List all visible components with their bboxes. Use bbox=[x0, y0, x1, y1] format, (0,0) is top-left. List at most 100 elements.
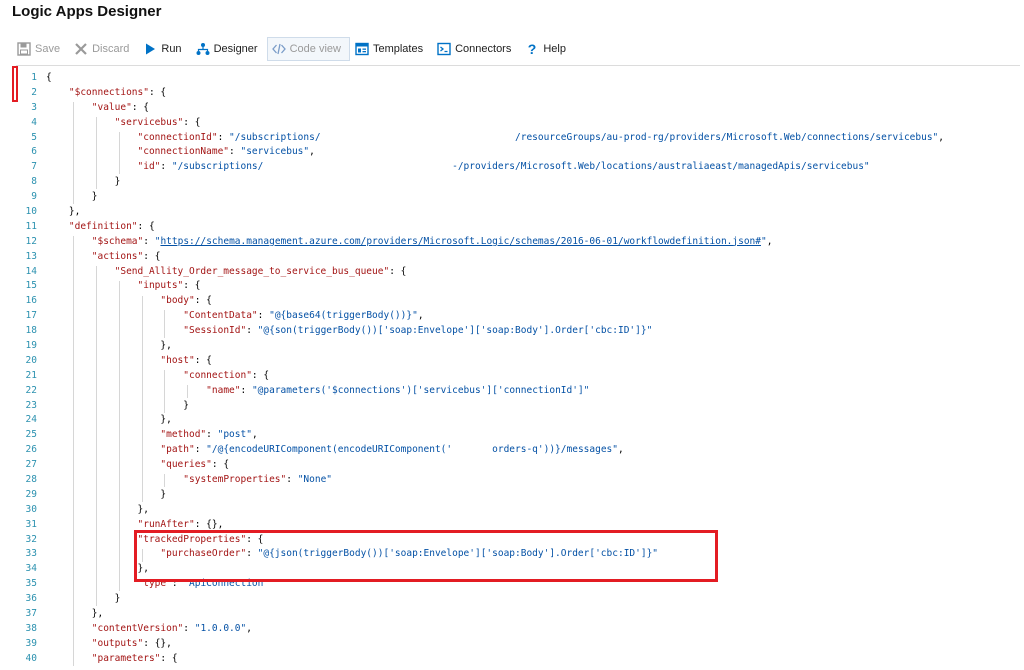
line-number: 33 bbox=[25, 548, 37, 560]
code-line: 20 "host": { bbox=[16, 353, 944, 368]
code-line: 21 "connection": { bbox=[16, 368, 944, 383]
designer-icon bbox=[196, 42, 210, 56]
line-number: 19 bbox=[25, 339, 37, 351]
line-number: 36 bbox=[25, 593, 37, 605]
code-line: 39 "outputs": {}, bbox=[16, 636, 944, 651]
code-text: "contentVersion": "1.0.0.0", bbox=[91, 622, 252, 634]
line-number: 38 bbox=[25, 622, 37, 634]
code-text: "runAfter": {}, bbox=[137, 518, 224, 530]
line-number: 11 bbox=[25, 220, 37, 232]
line-number: 34 bbox=[25, 563, 37, 575]
line-number: 21 bbox=[25, 369, 37, 381]
help-icon: ? bbox=[525, 42, 539, 56]
designer-label: Designer bbox=[213, 43, 258, 55]
code-line: 29 } bbox=[16, 487, 944, 502]
code-text: "path": "/@{encodeURIComponent(encodeURI… bbox=[160, 444, 624, 456]
connectors-button[interactable]: Connectors bbox=[432, 37, 520, 61]
code-text: "body": { bbox=[160, 295, 212, 307]
line-number: 15 bbox=[25, 280, 37, 292]
code-text: } bbox=[46, 488, 167, 500]
code-text: "SessionId": "@{son(triggerBody())['soap… bbox=[183, 325, 653, 337]
line-number: 35 bbox=[25, 578, 37, 590]
line-number: 28 bbox=[25, 473, 37, 485]
templates-label: Templates bbox=[372, 43, 424, 55]
code-line: 18 "SessionId": "@{son(triggerBody())['s… bbox=[16, 323, 944, 338]
code-text: "Send_Allity_Order_message_to_service_bu… bbox=[114, 265, 407, 277]
code-line: 5 "connectionId": "/subscriptions/ /reso… bbox=[16, 130, 944, 145]
discard-label: Discard bbox=[92, 43, 130, 55]
templates-button[interactable]: Templates bbox=[350, 37, 432, 61]
code-text: "host": { bbox=[160, 354, 212, 366]
code-line: 25 "method": "post", bbox=[16, 427, 944, 442]
code-line: 12 "$schema": "https://schema.management… bbox=[16, 234, 944, 249]
code-line: 3 "value": { bbox=[16, 100, 944, 115]
templates-icon bbox=[355, 42, 369, 56]
line-number: 26 bbox=[25, 444, 37, 456]
connectors-label: Connectors bbox=[455, 43, 512, 55]
code-text: }, bbox=[46, 205, 81, 217]
save-label: Save bbox=[35, 43, 61, 55]
code-text: }, bbox=[46, 503, 149, 515]
code-text: "outputs": {}, bbox=[91, 637, 172, 649]
code-line: 17 "ContentData": "@{base64(triggerBody(… bbox=[16, 308, 944, 323]
tracked-properties-highlight bbox=[134, 530, 718, 582]
code-text: "definition": { bbox=[68, 220, 155, 232]
code-line: 1{ bbox=[16, 70, 944, 85]
code-text: "connectionName": "servicebus", bbox=[137, 146, 315, 158]
line-number: 24 bbox=[25, 414, 37, 426]
code-text: }, bbox=[46, 414, 172, 426]
line-number: 2 bbox=[31, 86, 37, 98]
code-line: 37 }, bbox=[16, 606, 944, 621]
run-button[interactable]: Run bbox=[138, 37, 190, 61]
toolbar: Save Discard Run Designer Code view Temp… bbox=[0, 36, 1024, 62]
code-line: 30 }, bbox=[16, 502, 944, 517]
code-line: 6 "connectionName": "servicebus", bbox=[16, 144, 944, 159]
code-text: "parameters": { bbox=[91, 652, 178, 664]
line-number: 6 bbox=[31, 146, 37, 158]
code-text: } bbox=[46, 191, 98, 203]
code-line: 23 } bbox=[16, 398, 944, 413]
close-icon bbox=[74, 42, 88, 56]
line-number: 12 bbox=[25, 235, 37, 247]
designer-button[interactable]: Designer bbox=[191, 37, 267, 61]
code-view-label: Code view bbox=[289, 43, 341, 55]
code-text: "connection": { bbox=[183, 369, 270, 381]
code-line: 7 "id": "/subscriptions/ -/providers/Mic… bbox=[16, 159, 944, 174]
help-button[interactable]: ? Help bbox=[520, 37, 575, 61]
code-line: 14 "Send_Allity_Order_message_to_service… bbox=[16, 264, 944, 279]
code-text: "systemProperties": "None" bbox=[183, 473, 333, 485]
code-line: 9 } bbox=[16, 189, 944, 204]
code-icon bbox=[271, 42, 286, 56]
save-icon bbox=[17, 42, 31, 56]
line-number: 17 bbox=[25, 310, 37, 322]
code-text: "actions": { bbox=[91, 250, 161, 262]
code-line: 40 "parameters": { bbox=[16, 651, 944, 666]
code-line: 36 } bbox=[16, 591, 944, 606]
code-line: 38 "contentVersion": "1.0.0.0", bbox=[16, 621, 944, 636]
code-line: 13 "actions": { bbox=[16, 249, 944, 264]
editor-border bbox=[16, 65, 1020, 66]
code-text: "queries": { bbox=[160, 459, 230, 471]
code-text: "ContentData": "@{base64(triggerBody())}… bbox=[183, 310, 424, 322]
connectors-icon bbox=[437, 42, 451, 56]
code-line: 22 "name": "@parameters('$connections')[… bbox=[16, 383, 944, 398]
code-view-button[interactable]: Code view bbox=[266, 37, 350, 61]
code-text: } bbox=[46, 176, 121, 188]
save-button[interactable]: Save bbox=[12, 37, 69, 61]
code-line: 24 }, bbox=[16, 412, 944, 427]
code-line: 10 }, bbox=[16, 204, 944, 219]
line-number: 1 bbox=[31, 71, 37, 83]
code-text: "connectionId": "/subscriptions/ /resour… bbox=[137, 131, 944, 143]
line-number: 37 bbox=[25, 608, 37, 619]
line-number: 9 bbox=[31, 191, 37, 203]
line-number: 20 bbox=[25, 354, 37, 366]
code-text: "method": "post", bbox=[160, 429, 258, 441]
code-text: } bbox=[46, 593, 121, 605]
code-text: { bbox=[46, 71, 52, 83]
line-number: 10 bbox=[25, 205, 37, 217]
discard-button[interactable]: Discard bbox=[69, 37, 138, 61]
line-number: 5 bbox=[31, 131, 37, 143]
code-text: }, bbox=[46, 608, 104, 619]
code-line: 26 "path": "/@{encodeURIComponent(encode… bbox=[16, 442, 944, 457]
code-text: "$connections": { bbox=[68, 86, 167, 98]
